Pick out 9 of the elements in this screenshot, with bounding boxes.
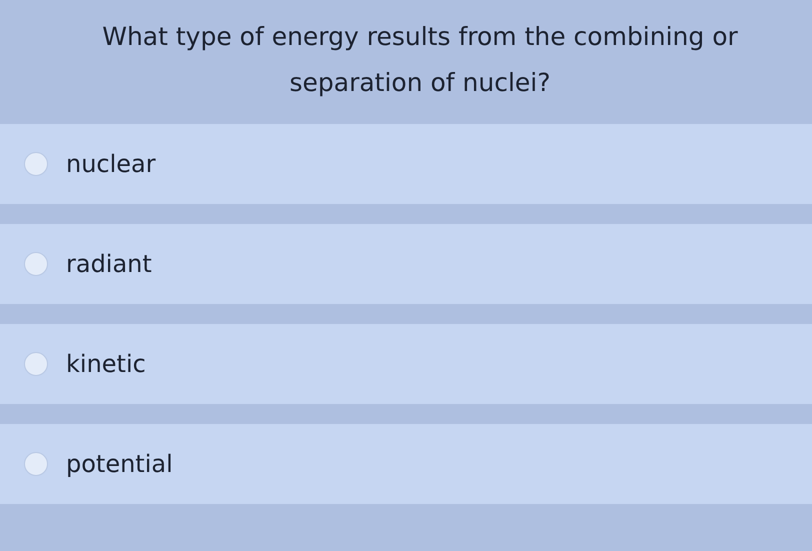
radio-button[interactable] xyxy=(24,352,48,376)
answer-option[interactable]: potential xyxy=(0,424,812,504)
question-text: What type of energy results from the combining or separation of nuclei? xyxy=(101,21,739,99)
radio-button[interactable] xyxy=(24,252,48,276)
answer-option[interactable]: radiant xyxy=(0,224,812,304)
radio-button[interactable] xyxy=(24,452,48,476)
radio-button[interactable] xyxy=(24,152,48,176)
answer-option[interactable]: kinetic xyxy=(0,324,812,404)
answer-option[interactable]: nuclear xyxy=(0,124,812,204)
